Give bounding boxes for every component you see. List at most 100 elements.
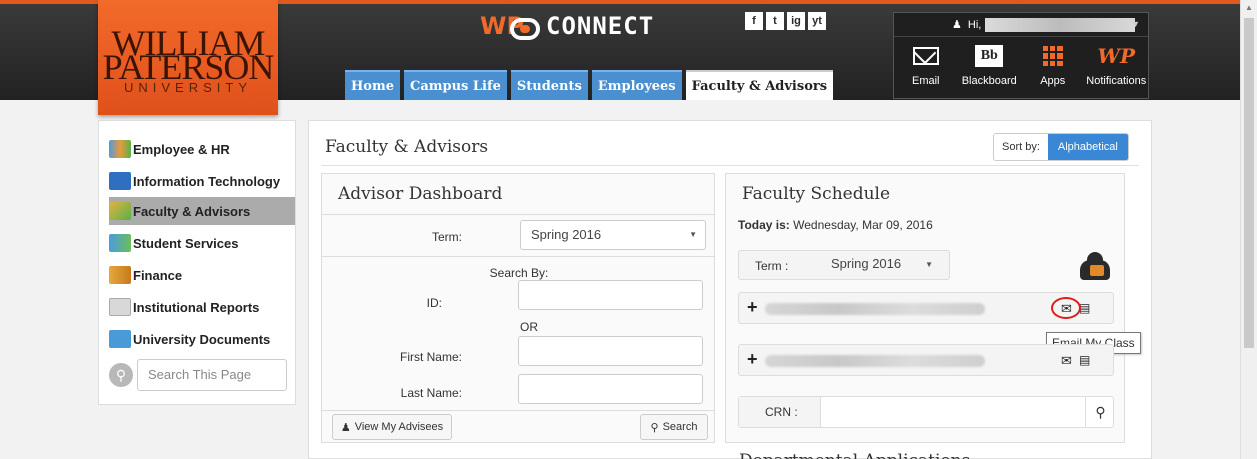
departmental-applications-title: Departmental Applications: [739, 451, 970, 459]
cloud-download-icon[interactable]: [1080, 252, 1110, 280]
students-icon: [109, 234, 131, 252]
notifications-app[interactable]: WP Notifications: [1086, 41, 1146, 87]
search-button-label: Search: [662, 421, 698, 433]
page-title: Faculty & Advisors: [325, 137, 489, 157]
advisor-term-select[interactable]: Spring 2016 ▼: [520, 220, 706, 250]
logo-line-3: UNIVERSITY: [123, 80, 252, 95]
apps-app[interactable]: Apps: [1023, 41, 1083, 87]
user-greeting: Hi,: [967, 18, 982, 31]
title-divider: [321, 165, 1139, 166]
tab-students[interactable]: Students: [510, 70, 588, 100]
twitter-icon[interactable]: t: [766, 12, 784, 30]
page-search-input[interactable]: Search This Page: [137, 359, 287, 391]
scrollbar-thumb[interactable]: [1244, 18, 1254, 348]
apps-app-label: Apps: [1040, 75, 1066, 87]
user-name-redacted: [985, 17, 1136, 32]
or-label: OR: [520, 320, 538, 334]
page-search: ⚲ Search This Page: [109, 359, 287, 391]
instagram-icon[interactable]: ig: [787, 12, 805, 30]
view-my-advisees-button[interactable]: ♟ View My Advisees: [332, 414, 452, 440]
sidebar-item-label: Finance: [133, 267, 183, 283]
blackboard-icon: Bb: [975, 45, 1004, 67]
folder-icon: [109, 330, 131, 348]
sidebar-item-label: Student Services: [133, 235, 239, 251]
tab-home[interactable]: Home: [345, 70, 400, 100]
schedule-term-select[interactable]: Spring 2016 ▼: [821, 253, 941, 277]
facebook-icon[interactable]: f: [745, 12, 763, 30]
crn-search-bar: CRN : ⚲: [738, 396, 1114, 428]
blackboard-app[interactable]: Bb Blackboard: [959, 41, 1019, 87]
today-label: Today is:: [738, 218, 790, 232]
main-nav-tabs: Home Campus Life Students Employees Facu…: [345, 70, 834, 100]
panel-divider: [322, 256, 714, 257]
logo-line-2: PATERSON: [102, 47, 275, 87]
sort-alphabetical-button[interactable]: Alphabetical: [1047, 134, 1128, 160]
crn-search-icon[interactable]: ⚲: [1085, 397, 1115, 427]
youtube-icon[interactable]: yt: [808, 12, 826, 30]
tab-campus-life[interactable]: Campus Life: [403, 70, 507, 100]
expand-plus-icon[interactable]: +: [747, 297, 758, 318]
course-info-redacted: [765, 355, 985, 367]
search-icon: ⚲: [650, 421, 659, 434]
finance-icon: [109, 266, 131, 284]
person-icon: ♟: [340, 421, 351, 434]
last-name-label: Last Name:: [400, 386, 462, 400]
tab-employees[interactable]: Employees: [591, 70, 682, 100]
advisor-term-value: Spring 2016: [531, 227, 602, 242]
today-date: Today is: Wednesday, Mar 09, 2016: [738, 218, 933, 232]
course-row[interactable]: + ✉ ▤: [738, 344, 1114, 376]
advisor-term-label: Term:: [432, 230, 462, 244]
scroll-up-arrow-icon[interactable]: ▲: [1245, 3, 1253, 12]
user-apps: Email Bb Blackboard Apps WP Notification…: [894, 37, 1148, 87]
main-content: Faculty & Advisors Sort by: Alphabetical…: [308, 120, 1152, 459]
sidebar-item-student-services[interactable]: Student Services: [109, 229, 295, 257]
user-menu: ♟ Hi, ▼ Email Bb Blackboard Apps WP Noti…: [893, 12, 1149, 99]
person-icon: ♟: [952, 19, 962, 31]
search-icon[interactable]: ⚲: [109, 363, 133, 387]
course-info-redacted: [765, 303, 985, 315]
schedule-term-label: Term :: [755, 259, 789, 273]
schedule-term-value: Spring 2016: [831, 256, 902, 271]
email-class-icon[interactable]: ✉: [1061, 353, 1072, 369]
caret-down-icon[interactable]: ▼: [1131, 19, 1140, 29]
user-greeting-bar[interactable]: ♟ Hi, ▼: [894, 13, 1148, 37]
search-button[interactable]: ⚲ Search: [640, 414, 708, 440]
sidebar-item-label: Institutional Reports: [133, 299, 260, 315]
expand-plus-icon[interactable]: +: [747, 349, 758, 370]
university-logo[interactable]: WILLIAM PATERSON UNIVERSITY: [98, 0, 278, 115]
first-name-label: First Name:: [399, 350, 462, 364]
advisor-dashboard-title: Advisor Dashboard: [338, 184, 503, 204]
monitor-icon: [109, 172, 131, 190]
chevron-down-icon: ▼: [925, 260, 933, 269]
apps-grid-icon: [1042, 46, 1063, 66]
roster-doc-icon[interactable]: ▤: [1079, 353, 1090, 367]
tab-faculty-advisors[interactable]: Faculty & Advisors: [685, 70, 834, 100]
sidebar-item-faculty-advisors[interactable]: Faculty & Advisors: [109, 197, 295, 225]
sort-label: Sort by:: [994, 134, 1048, 160]
sidebar-item-label: Information Technology: [133, 173, 281, 189]
sidebar-item-label: Faculty & Advisors: [133, 203, 251, 219]
sidebar-item-information-technology[interactable]: Information Technology: [109, 167, 295, 195]
sidebar-item-finance[interactable]: Finance: [109, 261, 295, 289]
page-scrollbar[interactable]: ▲: [1240, 0, 1257, 459]
sidebar-item-university-documents[interactable]: University Documents: [109, 325, 295, 353]
panel-divider: [322, 410, 714, 411]
first-name-input[interactable]: [518, 336, 703, 366]
id-input[interactable]: [518, 280, 703, 310]
brand-name: CONNECT: [546, 12, 655, 40]
social-links: f t ig yt: [745, 12, 826, 30]
envelope-icon: [912, 47, 939, 65]
crn-label: CRN :: [739, 397, 821, 427]
sidebar-item-employee-hr[interactable]: Employee & HR: [109, 135, 295, 163]
view-my-advisees-label: View My Advisees: [354, 421, 444, 433]
course-row[interactable]: + ✉ ▤: [738, 292, 1114, 324]
advisor-dashboard-panel: Advisor Dashboard Term: Spring 2016 ▼ Se…: [321, 173, 715, 443]
last-name-input[interactable]: [518, 374, 703, 404]
report-icon: [109, 298, 131, 316]
sort-control: Sort by: Alphabetical: [993, 133, 1129, 161]
pencil-ruler-icon: [109, 202, 131, 220]
email-app[interactable]: Email: [896, 41, 956, 87]
people-icon: [109, 140, 131, 158]
email-app-label: Email: [911, 75, 940, 87]
sidebar-item-institutional-reports[interactable]: Institutional Reports: [109, 293, 295, 321]
